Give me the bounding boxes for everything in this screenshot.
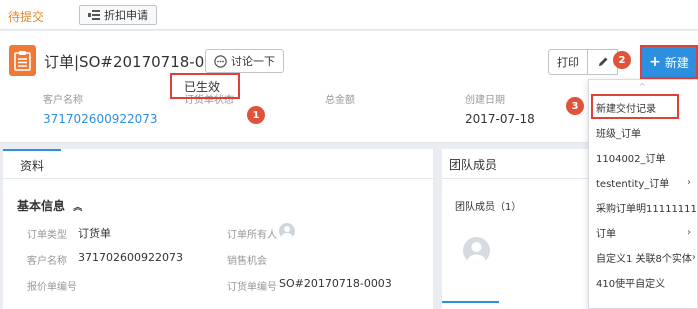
caret-up-icon: ^ <box>639 82 646 91</box>
discount-icon <box>88 10 100 20</box>
discount-request-button[interactable]: 折扣申请 <box>79 5 157 25</box>
order-icon <box>9 45 36 76</box>
pencil-icon <box>598 57 607 66</box>
new-button-highlight: + 新建 <box>640 45 698 79</box>
section-title[interactable]: 基本信息 ︽ <box>17 197 82 214</box>
menu-item-label: 采购订单明11111111... <box>596 203 697 215</box>
tab-divider <box>3 178 433 179</box>
tab-details[interactable]: 资料 <box>3 149 61 179</box>
discount-request-label: 折扣申请 <box>104 9 148 22</box>
menu-item-class-order[interactable]: 班级_订单 <box>589 120 697 144</box>
sales-opportunity-label: 销售机会 <box>227 256 267 267</box>
customer-name-label: 客户名称 <box>43 95 83 106</box>
menu-item-1104002-order[interactable]: 1104002_订单 <box>589 145 697 169</box>
menu-item-label: 410使平自定义 <box>596 278 666 290</box>
menu-item-label: 订单 <box>596 228 616 240</box>
annotation-badge-2: 2 <box>613 51 631 69</box>
section-title-label: 基本信息 <box>17 199 66 213</box>
new-dropdown-menu: ^ 新建交付记录 班级_订单 1104002_订单 testentity_订单 … <box>588 79 698 309</box>
menu-item-new-delivery-record[interactable]: 新建交付记录 <box>589 95 697 119</box>
menu-item-testentity-order[interactable]: testentity_订单 › <box>589 170 697 194</box>
status-label: 待提交 <box>8 10 45 24</box>
menu-item-label: testentity_订单 <box>596 178 670 190</box>
owner-label: 订单所有人 <box>227 230 277 241</box>
chevron-right-icon: › <box>691 251 696 263</box>
order-type-label: 订单类型 <box>27 230 67 241</box>
order-number-value: SO#20170718-0003 <box>279 277 392 290</box>
tab-team-members[interactable]: 团队成员 <box>442 149 504 179</box>
team-member-count: 团队成员（1） <box>455 202 522 213</box>
annotation-badge-1: 1 <box>247 106 265 124</box>
print-button[interactable]: 打印 <box>548 49 588 75</box>
customer-name-link[interactable]: 371702600922073 <box>43 112 158 126</box>
details-panel: 资料 基本信息 ︽ 订单类型 订货单 订单所有人 客户名称 3717026009… <box>3 149 433 309</box>
menu-item-label: 1104002_订单 <box>596 153 666 165</box>
menu-item-custom-1[interactable]: 自定义1 关联8个实体 › <box>589 245 697 269</box>
owner-avatar[interactable] <box>279 223 295 239</box>
order-status-highlight: 已生效 <box>170 73 240 99</box>
member-avatar[interactable] <box>463 237 490 264</box>
chevron-up-icon: ︽ <box>73 203 83 213</box>
team-panel: 团队成员 团队成员（1） <box>442 149 588 309</box>
chat-icon <box>214 54 227 68</box>
order-type-value: 订货单 <box>78 227 111 240</box>
menu-item-label: 班级_订单 <box>596 128 641 140</box>
plus-icon: + <box>649 54 661 70</box>
total-amount-label: 总金额 <box>325 95 355 106</box>
order-status-value: 已生效 <box>184 79 221 94</box>
chevron-right-icon: › <box>687 226 691 238</box>
discuss-label: 讨论一下 <box>231 55 275 68</box>
order-number-label: 订货单编号 <box>227 282 277 293</box>
menu-item-label: 自定义1 关联8个实体 <box>596 253 692 265</box>
menu-item-order[interactable]: 订单 › <box>589 220 697 244</box>
discuss-button[interactable]: 讨论一下 <box>205 49 284 73</box>
quote-number-label: 报价单编号 <box>27 282 77 293</box>
new-button[interactable]: + 新建 <box>642 47 696 77</box>
menu-item-410-custom[interactable]: 410使平自定义 <box>589 270 697 294</box>
chevron-right-icon: › <box>687 176 691 188</box>
team-tab-divider <box>442 178 588 179</box>
annotation-badge-3: 3 <box>566 97 584 115</box>
team-tab-indicator <box>442 301 499 303</box>
created-date-label: 创建日期 <box>465 95 505 106</box>
menu-item-label: 新建交付记录 <box>596 103 656 115</box>
customer-label: 客户名称 <box>27 256 67 267</box>
menu-item-purchase-order[interactable]: 采购订单明11111111... › <box>589 195 697 219</box>
customer-link[interactable]: 371702600922073 <box>78 251 183 264</box>
created-date-value: 2017-07-18 <box>465 112 535 126</box>
top-bar: 待提交 折扣申请 <box>0 0 698 30</box>
new-button-label: 新建 <box>664 55 689 70</box>
